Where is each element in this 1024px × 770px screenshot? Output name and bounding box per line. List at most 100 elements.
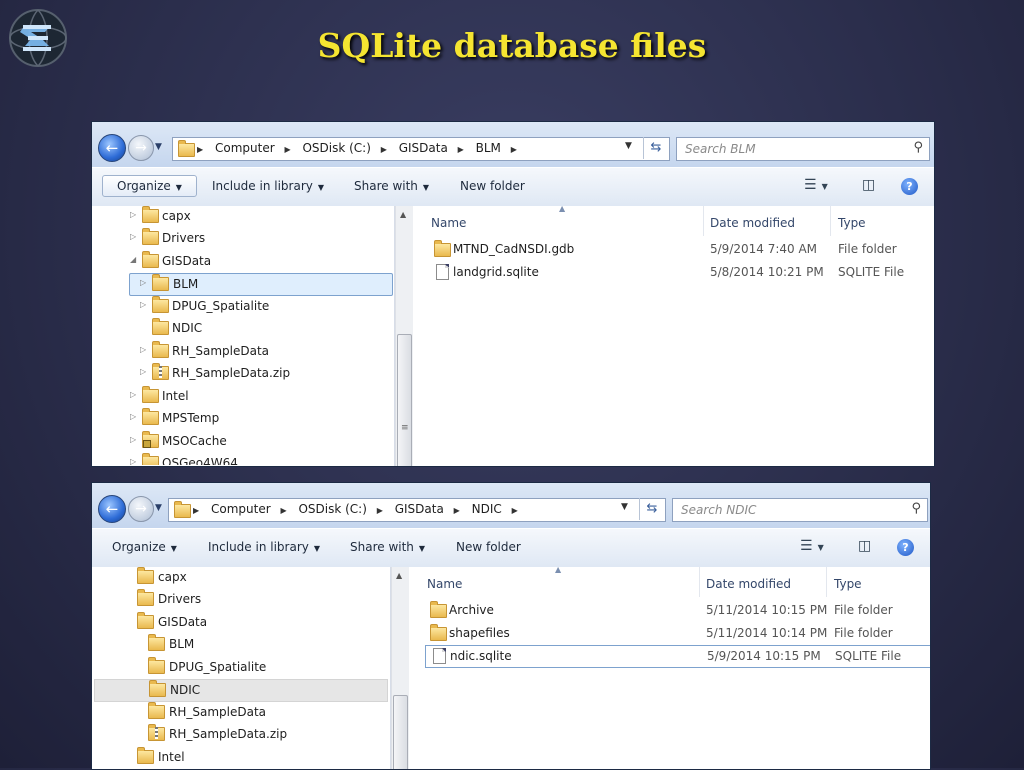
tree-item-dpug-spatialite[interactable]: DPUG_Spatialite bbox=[92, 657, 392, 678]
expand-arrow-icon[interactable]: ▷ bbox=[130, 232, 136, 241]
expand-arrow-icon[interactable]: ▷ bbox=[130, 435, 136, 444]
expand-arrow-icon[interactable]: ▷ bbox=[130, 457, 136, 465]
breadcrumb-item[interactable]: OSDisk (C:) bbox=[302, 141, 370, 155]
forward-button[interactable]: → bbox=[128, 135, 154, 161]
organize-button[interactable]: Organize ▼ bbox=[112, 540, 177, 554]
tree-item-mpstemp[interactable]: ▷ MPSTemp bbox=[92, 408, 392, 429]
tree-item-gisdata[interactable]: GISData bbox=[92, 612, 392, 633]
tree-item-blm[interactable]: BLM bbox=[92, 634, 392, 655]
breadcrumb-item[interactable]: GISData bbox=[395, 502, 444, 516]
help-icon[interactable]: ? bbox=[901, 178, 918, 195]
breadcrumb-item[interactable]: GISData bbox=[399, 141, 448, 155]
address-bar[interactable]: ▶ Computer ▶ OSDisk (C:) ▶ GISData ▶ NDI… bbox=[168, 498, 666, 522]
expand-arrow-icon[interactable]: ▷ bbox=[140, 300, 146, 309]
tree-item-ndic[interactable]: NDIC bbox=[92, 318, 392, 339]
expand-arrow-icon[interactable]: ▷ bbox=[140, 345, 146, 354]
search-box[interactable]: Search BLM ⚲ bbox=[676, 137, 930, 161]
preview-pane-icon[interactable]: ◫ bbox=[862, 177, 875, 193]
recent-pages-chevron-icon[interactable]: ▼ bbox=[155, 503, 162, 513]
tree-item-drivers[interactable]: Drivers bbox=[92, 589, 392, 610]
tree-item-capx[interactable]: capx bbox=[92, 567, 392, 588]
tree-item-intel[interactable]: Intel bbox=[92, 747, 392, 768]
chevron-right-icon[interactable]: ▶ bbox=[512, 506, 518, 515]
file-name: shapefiles bbox=[449, 626, 510, 640]
tree-item-gisdata[interactable]: ◢ GISData bbox=[92, 251, 392, 272]
tree-item-rh-sampledata-zip[interactable]: ▷ RH_SampleData.zip bbox=[92, 363, 392, 384]
column-header-type[interactable]: Type bbox=[834, 577, 862, 591]
address-dropdown-icon[interactable]: ▼ bbox=[625, 141, 632, 151]
help-icon[interactable]: ? bbox=[897, 539, 914, 556]
breadcrumb-item[interactable]: OSDisk (C:) bbox=[298, 502, 366, 516]
tree-item-drivers[interactable]: ▷ Drivers bbox=[92, 228, 392, 249]
chevron-right-icon[interactable]: ▶ bbox=[377, 506, 383, 515]
file-icon bbox=[433, 648, 446, 664]
expand-arrow-icon[interactable]: ▷ bbox=[130, 390, 136, 399]
file-row[interactable]: MTND_CadNSDI.gdb 5/9/2014 7:40 AM File f… bbox=[431, 239, 931, 260]
breadcrumb-item[interactable]: NDIC bbox=[472, 502, 502, 516]
search-icon[interactable]: ⚲ bbox=[911, 501, 921, 516]
forward-button[interactable]: → bbox=[128, 496, 154, 522]
tree-item-capx[interactable]: ▷ capx bbox=[92, 206, 392, 227]
navigation-scrollbar[interactable]: ▲ ≡ bbox=[395, 206, 413, 466]
back-button[interactable]: ← bbox=[98, 134, 126, 162]
collapse-arrow-icon[interactable]: ◢ bbox=[130, 255, 136, 264]
tree-item-blm[interactable]: ▷ BLM bbox=[129, 273, 393, 296]
change-view-icon[interactable]: ☰ ▼ bbox=[800, 538, 824, 554]
chevron-right-icon[interactable]: ▶ bbox=[197, 145, 203, 154]
tree-item-msocache[interactable]: ▷ MSOCache bbox=[92, 431, 392, 452]
navigation-scrollbar[interactable]: ▲ bbox=[391, 567, 409, 769]
expand-arrow-icon[interactable]: ▷ bbox=[140, 367, 146, 376]
search-icon[interactable]: ⚲ bbox=[913, 140, 923, 155]
refresh-button[interactable]: ⇆ bbox=[643, 137, 668, 159]
file-row[interactable]: landgrid.sqlite 5/8/2014 10:21 PM SQLITE… bbox=[431, 262, 931, 283]
new-folder-button[interactable]: New folder bbox=[456, 540, 521, 554]
change-view-icon[interactable]: ☰ ▼ bbox=[804, 177, 828, 193]
organize-button[interactable]: Organize ▼ bbox=[102, 175, 197, 197]
expand-arrow-icon[interactable]: ▷ bbox=[130, 210, 136, 219]
column-header-date-modified[interactable]: Date modified bbox=[706, 577, 791, 591]
search-box[interactable]: Search NDIC ⚲ bbox=[672, 498, 928, 522]
chevron-right-icon[interactable]: ▶ bbox=[280, 506, 286, 515]
tree-item-rh-sampledata[interactable]: RH_SampleData bbox=[92, 702, 392, 723]
share-with-button[interactable]: Share with ▼ bbox=[354, 179, 429, 193]
address-dropdown-icon[interactable]: ▼ bbox=[621, 502, 628, 512]
scroll-up-icon[interactable]: ▲ bbox=[396, 571, 402, 580]
chevron-right-icon[interactable]: ▶ bbox=[454, 506, 460, 515]
recent-pages-chevron-icon[interactable]: ▼ bbox=[155, 142, 162, 152]
tree-item-intel[interactable]: ▷ Intel bbox=[92, 386, 392, 407]
back-button[interactable]: ← bbox=[98, 495, 126, 523]
address-bar[interactable]: ▶ Computer ▶ OSDisk (C:) ▶ GISData ▶ BLM… bbox=[172, 137, 670, 161]
expand-arrow-icon[interactable]: ▷ bbox=[130, 412, 136, 421]
tree-item-dpug-spatialite[interactable]: ▷ DPUG_Spatialite bbox=[92, 296, 392, 317]
file-row[interactable]: shapefiles 5/11/2014 10:14 PM File folde… bbox=[427, 623, 927, 644]
preview-pane-icon[interactable]: ◫ bbox=[858, 538, 871, 554]
column-header-type[interactable]: Type bbox=[838, 216, 866, 230]
include-in-library-button[interactable]: Include in library ▼ bbox=[212, 179, 324, 193]
scroll-thumb[interactable] bbox=[393, 695, 408, 769]
column-header-name[interactable]: Name bbox=[427, 577, 462, 591]
breadcrumb-item[interactable]: BLM bbox=[476, 141, 501, 155]
breadcrumb-item[interactable]: Computer bbox=[215, 141, 275, 155]
breadcrumb-item[interactable]: Computer bbox=[211, 502, 271, 516]
chevron-right-icon[interactable]: ▶ bbox=[511, 145, 517, 154]
chevron-right-icon[interactable]: ▶ bbox=[458, 145, 464, 154]
file-row[interactable]: ndic.sqlite 5/9/2014 10:15 PM SQLITE Fil… bbox=[425, 645, 930, 668]
tree-item-osgeo4w64[interactable]: ▷ OSGeo4W64 bbox=[92, 453, 392, 465]
new-folder-button[interactable]: New folder bbox=[460, 179, 525, 193]
tree-item-rh-sampledata-zip[interactable]: RH_SampleData.zip bbox=[92, 724, 392, 745]
chevron-right-icon[interactable]: ▶ bbox=[284, 145, 290, 154]
file-type: File folder bbox=[834, 603, 893, 617]
share-with-button[interactable]: Share with ▼ bbox=[350, 540, 425, 554]
column-header-date-modified[interactable]: Date modified bbox=[710, 216, 795, 230]
scroll-up-icon[interactable]: ▲ bbox=[400, 210, 406, 219]
include-in-library-button[interactable]: Include in library ▼ bbox=[208, 540, 320, 554]
chevron-right-icon[interactable]: ▶ bbox=[193, 506, 199, 515]
file-row[interactable]: Archive 5/11/2014 10:15 PM File folder bbox=[427, 600, 927, 621]
column-header-name[interactable]: Name bbox=[431, 216, 466, 230]
chevron-right-icon[interactable]: ▶ bbox=[381, 145, 387, 154]
tree-item-rh-sampledata[interactable]: ▷ RH_SampleData bbox=[92, 341, 392, 362]
tree-item-ndic[interactable]: NDIC bbox=[94, 679, 388, 702]
refresh-button[interactable]: ⇆ bbox=[639, 498, 664, 520]
scroll-thumb[interactable]: ≡ bbox=[397, 334, 412, 466]
expand-arrow-icon[interactable]: ▷ bbox=[140, 278, 146, 287]
